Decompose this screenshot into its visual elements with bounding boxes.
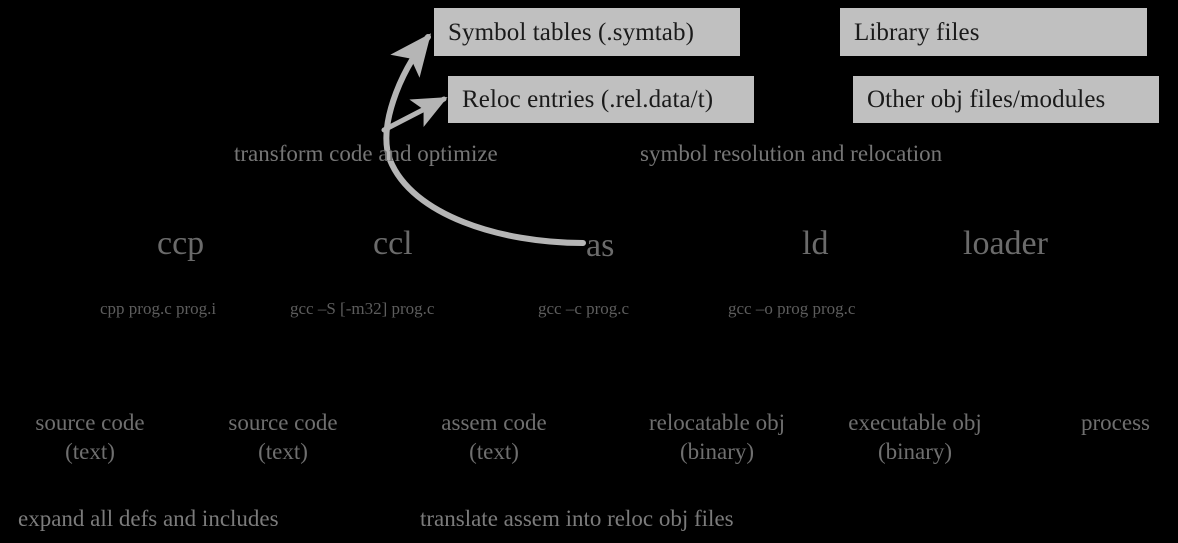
artifact-source-code-1-line2: (text) bbox=[65, 439, 115, 465]
stage-name-as: as bbox=[586, 227, 615, 264]
stage-name-loader: loader bbox=[963, 225, 1048, 262]
box-library-files-label: Library files bbox=[854, 18, 980, 46]
stage-name-ccp: ccp bbox=[157, 225, 205, 262]
artifact-executable-obj-line2: (binary) bbox=[877, 439, 953, 465]
phase-description-transform: transform code and optimize bbox=[234, 141, 498, 166]
command-gcc-c: gcc –c prog.c bbox=[538, 299, 630, 318]
artifact-executable-obj-line1: executable obj bbox=[848, 410, 982, 435]
artifact-source-code-2-line2: (text) bbox=[258, 439, 308, 465]
artifact-assem-code: assem code (text) bbox=[424, 408, 564, 467]
stage-name-ld: ld bbox=[802, 225, 829, 262]
box-symbol-tables-label: Symbol tables (.symtab) bbox=[448, 18, 695, 46]
note-expand-defs-includes: expand all defs and includes bbox=[18, 506, 279, 531]
artifact-source-code-1-line1: source code bbox=[35, 410, 145, 435]
command-gcc-o: gcc –o prog prog.c bbox=[728, 299, 856, 318]
artifact-source-code-2: source code (text) bbox=[212, 408, 354, 467]
box-other-obj-files-label: Other obj files/modules bbox=[867, 86, 1106, 113]
artifact-source-code-1: source code (text) bbox=[19, 408, 161, 467]
artifact-relocatable-obj-line2: (binary) bbox=[679, 439, 755, 465]
artifact-assem-code-line1: assem code bbox=[441, 410, 547, 435]
note-translate-assem: translate assem into reloc obj files bbox=[420, 506, 734, 531]
artifact-assem-code-line2: (text) bbox=[469, 439, 519, 465]
box-symbol-tables: Symbol tables (.symtab) bbox=[434, 8, 740, 56]
artifact-process-line1: process bbox=[1081, 410, 1150, 435]
box-other-obj-files: Other obj files/modules bbox=[853, 76, 1159, 123]
box-library-files: Library files bbox=[840, 8, 1147, 56]
artifact-process: process bbox=[1068, 408, 1163, 437]
artifact-executable-obj: executable obj (binary) bbox=[835, 408, 995, 467]
artifact-relocatable-obj-line1: relocatable obj bbox=[648, 410, 785, 435]
box-reloc-entries-label: Reloc entries (.rel.data/t) bbox=[462, 86, 714, 113]
arrow-as-to-reloc bbox=[381, 96, 448, 133]
artifact-source-code-2-line1: source code bbox=[228, 410, 338, 435]
arrow-as-to-symtab bbox=[383, 33, 586, 246]
command-cpp: cpp prog.c prog.i bbox=[100, 299, 217, 318]
box-reloc-entries: Reloc entries (.rel.data/t) bbox=[448, 76, 754, 123]
stage-name-ccl: ccl bbox=[373, 225, 413, 262]
command-gcc-S: gcc –S [-m32] prog.c bbox=[290, 299, 435, 318]
phase-description-symbol-resolution: symbol resolution and relocation bbox=[640, 141, 943, 166]
artifact-relocatable-obj: relocatable obj (binary) bbox=[633, 408, 801, 467]
diagram-canvas: Symbol tables (.symtab) Reloc entries (.… bbox=[0, 0, 1178, 543]
